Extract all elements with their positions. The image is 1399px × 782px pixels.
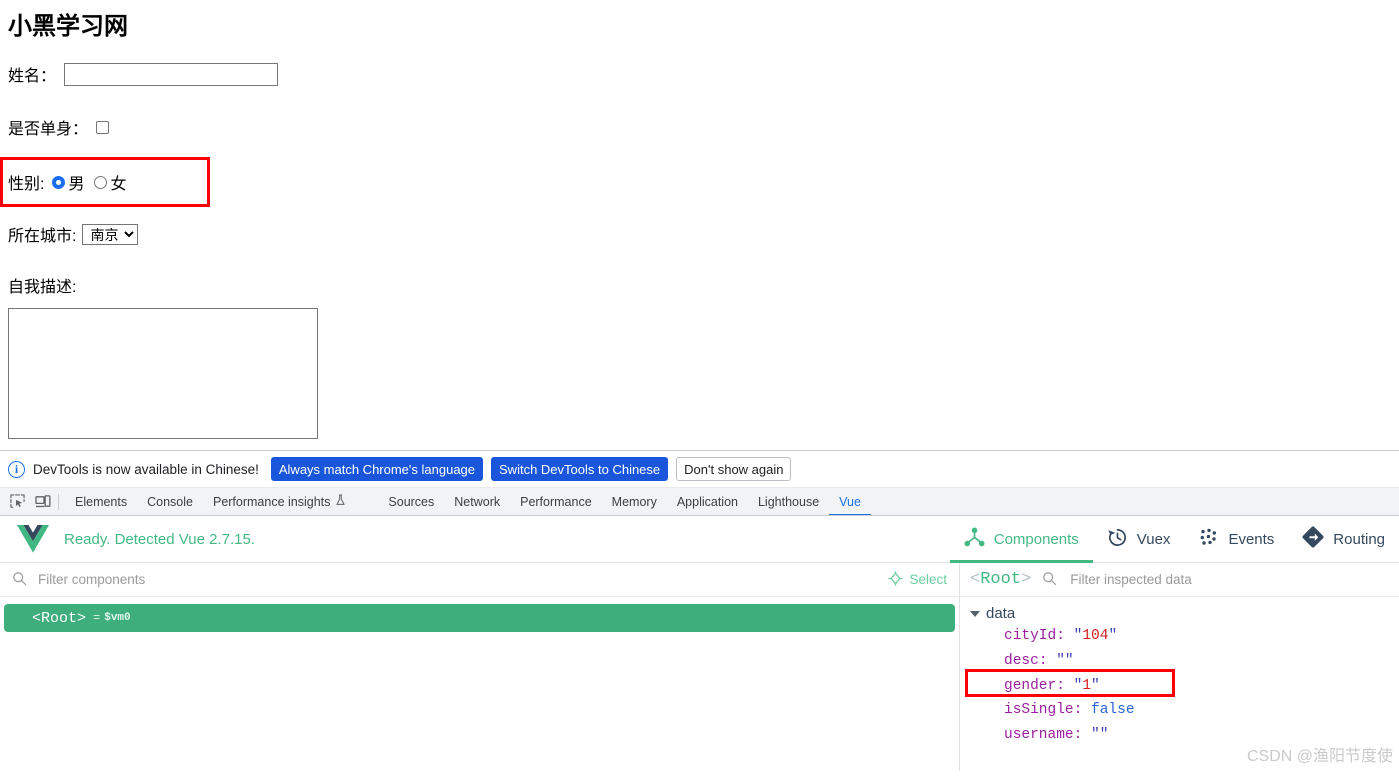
tab-network[interactable]: Network xyxy=(444,488,510,515)
device-toolbar-icon[interactable] xyxy=(30,490,56,514)
page-title: 小黑学习网 xyxy=(8,13,128,40)
data-key: isSingle xyxy=(1004,702,1074,719)
tab-performance[interactable]: Performance xyxy=(510,488,602,515)
tab-sources[interactable]: Sources xyxy=(378,488,444,515)
vue-tab-components[interactable]: Components xyxy=(950,516,1093,563)
single-label: 是否单身： xyxy=(8,121,89,138)
vue-tabs: Components Vuex Events Routing xyxy=(950,516,1399,563)
devtools-tabbar: Elements Console Performance insights So… xyxy=(0,488,1399,516)
inspected-data: data cityId: "104" desc: "" gender: "1" … xyxy=(960,597,1399,771)
inspector-pane: <Root> data cityId: "104" xyxy=(960,563,1399,771)
data-entry-desc[interactable]: desc: "" xyxy=(970,649,1399,674)
select-component-button[interactable]: Select xyxy=(888,570,947,589)
gender-radio-female[interactable] xyxy=(94,175,108,189)
devtools-language-notice: i DevTools is now available in Chinese! … xyxy=(0,451,1399,488)
devtools-panel: i DevTools is now available in Chinese! … xyxy=(0,450,1399,782)
component-instance-ref: $vm0 xyxy=(104,612,131,624)
data-key: username xyxy=(1004,727,1074,744)
tab-application[interactable]: Application xyxy=(667,488,748,515)
vue-tab-components-label: Components xyxy=(993,530,1079,548)
switch-to-chinese-button[interactable]: Switch DevTools to Chinese xyxy=(491,457,669,481)
data-key: cityId xyxy=(1004,628,1057,644)
desc-label-row: 自我描述: xyxy=(8,273,76,297)
gender-female-label: 女 xyxy=(110,176,127,193)
data-value: 1 xyxy=(1082,677,1092,694)
vue-tab-events-label: Events xyxy=(1228,530,1275,548)
data-group-header[interactable]: data xyxy=(970,605,1399,622)
name-field-row: 姓名： xyxy=(8,62,279,86)
vue-tab-vuex-label: Vuex xyxy=(1136,530,1171,548)
filter-inspected-data-input[interactable] xyxy=(1068,571,1387,588)
is-single-checkbox[interactable] xyxy=(96,120,110,134)
vue-panel-header: Ready. Detected Vue 2.7.15. Components V… xyxy=(0,516,1399,563)
tab-lighthouse[interactable]: Lighthouse xyxy=(748,488,829,515)
data-group-label: data xyxy=(986,605,1016,622)
component-equals: = xyxy=(93,611,101,625)
gender-male-label: 男 xyxy=(68,176,85,193)
gender-option-female[interactable]: 女 xyxy=(94,170,126,194)
notice-message: DevTools is now available in Chinese! xyxy=(33,461,259,477)
target-icon xyxy=(888,570,904,589)
events-dots-icon xyxy=(1198,527,1219,552)
history-icon xyxy=(1107,527,1128,552)
self-description-textarea[interactable] xyxy=(8,308,318,439)
vue-tab-events[interactable]: Events xyxy=(1184,516,1288,563)
data-entry-cityId[interactable]: cityId: "104" xyxy=(970,624,1399,649)
dont-show-again-button[interactable]: Don't show again xyxy=(676,457,792,481)
component-tag: <Root> xyxy=(32,609,87,627)
vue-tab-routing-label: Routing xyxy=(1333,530,1385,548)
vue-tab-routing[interactable]: Routing xyxy=(1288,516,1399,563)
desc-label: 自我描述: xyxy=(8,279,77,296)
components-icon xyxy=(964,527,985,552)
tab-memory[interactable]: Memory xyxy=(602,488,667,515)
inspect-element-icon[interactable] xyxy=(4,490,30,514)
tab-performance-insights-label: Performance insights xyxy=(212,494,331,509)
flask-icon xyxy=(335,488,346,515)
data-value: 104 xyxy=(1082,628,1109,644)
vue-status-text: Ready. Detected Vue 2.7.15. xyxy=(64,530,255,548)
single-field-row: 是否单身： xyxy=(8,115,110,139)
components-pane: Select <Root> = $vm0 xyxy=(0,563,960,771)
vue-logo-icon xyxy=(16,524,50,554)
city-select[interactable]: 南京 xyxy=(82,223,139,245)
gender-label: 性别: xyxy=(8,176,45,193)
breadcrumb-open-bracket: < xyxy=(970,570,981,589)
tab-performance-insights[interactable]: Performance insights xyxy=(203,488,356,515)
components-filter-bar: Select xyxy=(0,563,959,597)
gender-radio-male[interactable] xyxy=(52,175,66,189)
search-icon xyxy=(1042,571,1057,589)
tab-elements[interactable]: Elements xyxy=(65,488,137,515)
data-value: false xyxy=(1091,702,1135,719)
data-entry-isSingle[interactable]: isSingle: false xyxy=(970,698,1399,723)
gender-option-male[interactable]: 男 xyxy=(52,170,84,194)
vue-panel-body: Select <Root> = $vm0 <Root> xyxy=(0,563,1399,771)
filter-components-input[interactable] xyxy=(36,571,880,588)
component-tree-row-root[interactable]: <Root> = $vm0 xyxy=(4,604,955,632)
select-button-label: Select xyxy=(909,572,947,587)
data-key: desc xyxy=(1004,652,1039,669)
toolbar-divider xyxy=(58,493,59,510)
name-input[interactable] xyxy=(64,62,279,86)
breadcrumb[interactable]: <Root> xyxy=(970,570,1031,589)
breadcrumb-close-bracket: > xyxy=(1021,570,1032,589)
data-entry-gender[interactable]: gender: "1" xyxy=(970,674,1399,699)
vue-tab-vuex[interactable]: Vuex xyxy=(1093,516,1185,563)
data-key: gender xyxy=(1004,677,1057,694)
inspector-filter-bar: <Root> xyxy=(960,563,1399,597)
tab-console[interactable]: Console xyxy=(137,488,203,515)
breadcrumb-component-name: Root xyxy=(980,570,1022,589)
gender-field-row: 性别: 男 女 xyxy=(8,170,126,194)
city-label: 所在城市: xyxy=(8,228,77,245)
search-icon xyxy=(12,571,27,589)
city-field-row: 所在城市: 南京 xyxy=(8,222,139,246)
chevron-down-icon[interactable] xyxy=(970,610,980,617)
component-tree: <Root> = $vm0 xyxy=(0,597,959,771)
tab-vue[interactable]: Vue xyxy=(829,488,871,515)
always-match-language-button[interactable]: Always match Chrome's language xyxy=(270,457,484,481)
routing-arrow-icon xyxy=(1302,526,1324,552)
name-label: 姓名： xyxy=(8,68,57,85)
web-page-viewport: 小黑学习网 姓名： 是否单身： 性别: 男 女 所在城市: 南京 自我描述: xyxy=(0,0,1399,450)
csdn-watermark: CSDN @渔阳节度使 xyxy=(1246,748,1393,765)
info-icon: i xyxy=(8,460,25,478)
